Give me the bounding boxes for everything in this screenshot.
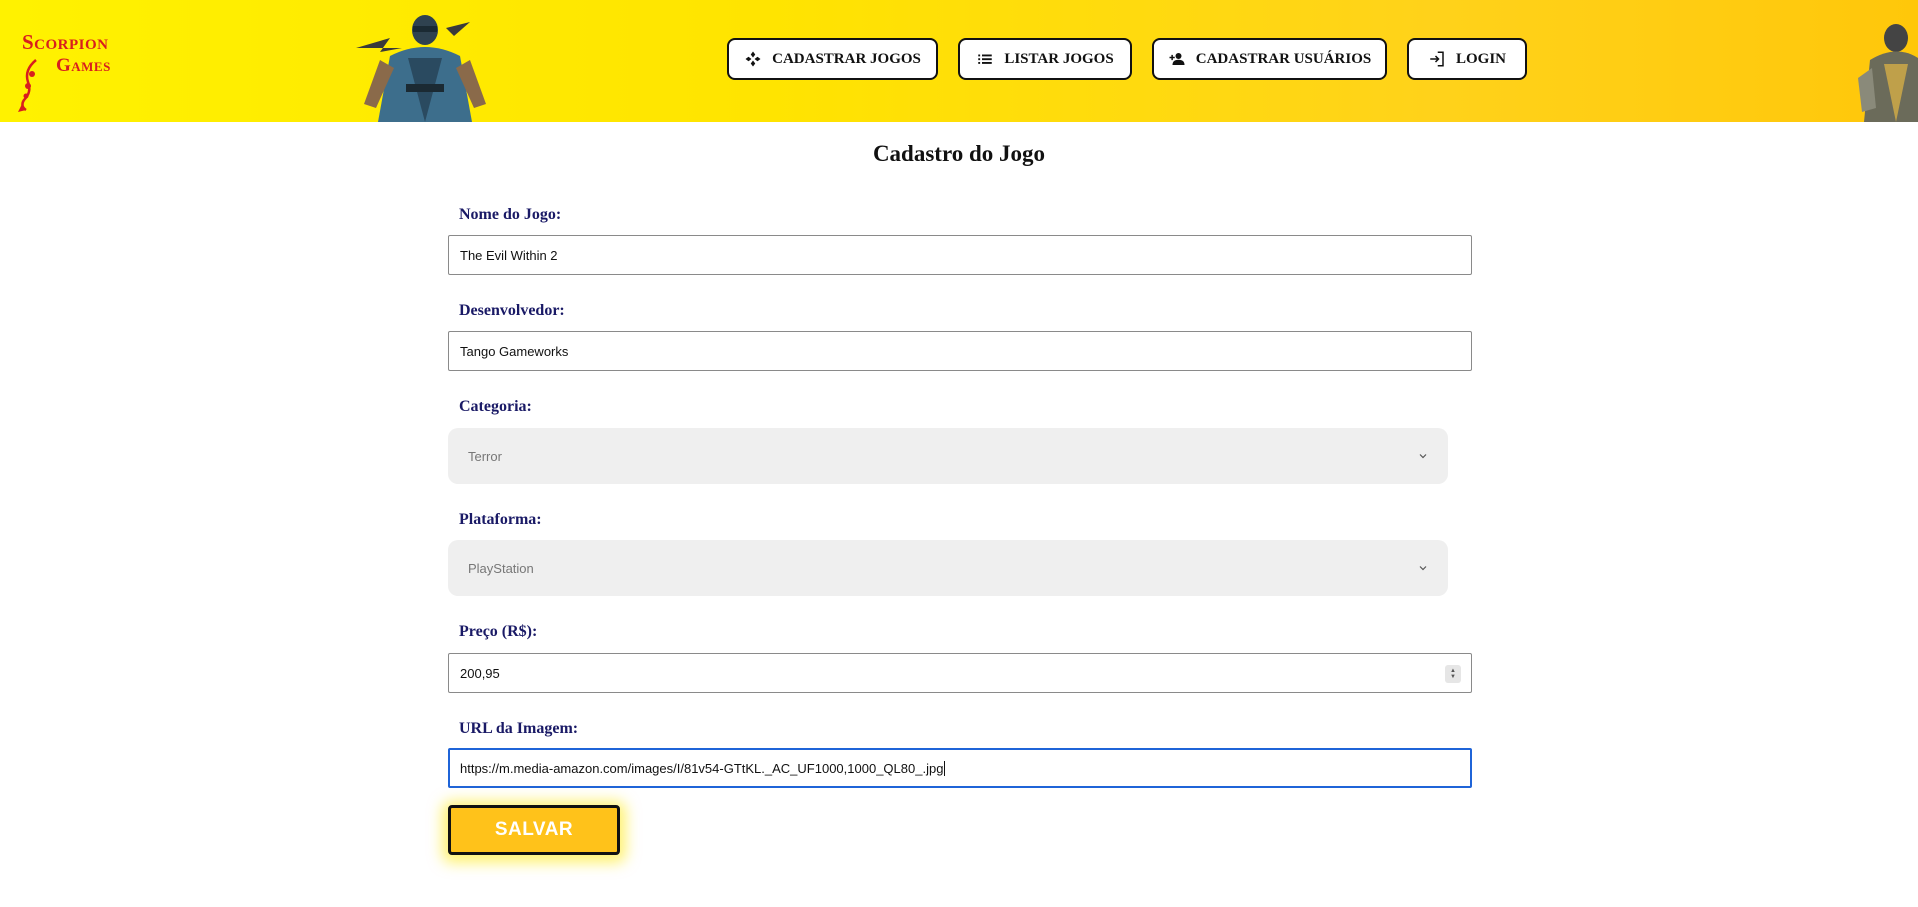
logo-text-line1: Scorpion: [22, 30, 109, 54]
image-url-input[interactable]: https://m.media-amazon.com/images/I/81v5…: [448, 748, 1472, 788]
price-input[interactable]: 200,95 ▲ ▼: [448, 653, 1472, 693]
nav-login-button[interactable]: LOGIN: [1407, 38, 1527, 80]
nav-listar-jogos-button[interactable]: LISTAR JOGOS: [958, 38, 1132, 80]
gamepad-icon: [745, 51, 761, 67]
platform-selected-value: PlayStation: [468, 560, 534, 576]
category-selected-value: Terror: [468, 448, 502, 464]
developer-label: Desenvolvedor:: [459, 302, 565, 319]
chevron-down-icon: [1419, 566, 1427, 571]
platform-select[interactable]: PlayStation: [448, 540, 1448, 596]
price-label: Preço (R$):: [459, 623, 538, 640]
game-name-value: The Evil Within 2: [460, 247, 558, 263]
nav-cadastrar-jogos-label: CADASTRAR JOGOS: [772, 50, 921, 67]
image-url-label: URL da Imagem:: [459, 720, 579, 737]
platform-label: Plataforma:: [459, 511, 542, 528]
chevron-down-icon: [1419, 454, 1427, 459]
image-url-value: https://m.media-amazon.com/images/I/81v5…: [460, 760, 944, 776]
nav-listar-jogos-label: LISTAR JOGOS: [1004, 50, 1114, 67]
price-value: 200,95: [460, 665, 500, 681]
nav-cadastrar-usuarios-button[interactable]: CADASTRAR USUÁRIOS: [1152, 38, 1387, 80]
scorpion-games-logo[interactable]: Scorpion Games: [16, 30, 126, 116]
category-select[interactable]: Terror: [448, 428, 1448, 484]
page-title: Cadastro do Jogo: [872, 141, 1046, 166]
login-icon: [1430, 51, 1444, 67]
category-label: Categoria:: [459, 398, 532, 415]
text-caret: [944, 760, 946, 776]
developer-input[interactable]: Tango Gameworks: [448, 331, 1472, 371]
scorpion-fighter-illustration: [1858, 24, 1918, 122]
site-header: Scorpion Games CADASTRAR JOGOS LISTAR JO…: [0, 0, 1918, 122]
save-button[interactable]: SALVAR: [448, 805, 620, 855]
nav-cadastrar-jogos-button[interactable]: CADASTRAR JOGOS: [727, 38, 938, 80]
stepper-down-icon[interactable]: ▼: [1450, 674, 1456, 680]
list-icon: [978, 54, 993, 64]
logo-text-line2: Games: [56, 55, 111, 76]
nav-login-label: LOGIN: [1455, 50, 1506, 67]
game-name-input[interactable]: The Evil Within 2: [448, 235, 1472, 275]
developer-value: Tango Gameworks: [460, 343, 569, 359]
price-stepper[interactable]: ▲ ▼: [1445, 665, 1461, 683]
game-name-label: Nome do Jogo:: [459, 206, 562, 223]
ninja-fighter-illustration: [356, 15, 486, 122]
nav-cadastrar-usuarios-label: CADASTRAR USUÁRIOS: [1195, 50, 1372, 67]
add-user-icon: [1169, 53, 1185, 65]
